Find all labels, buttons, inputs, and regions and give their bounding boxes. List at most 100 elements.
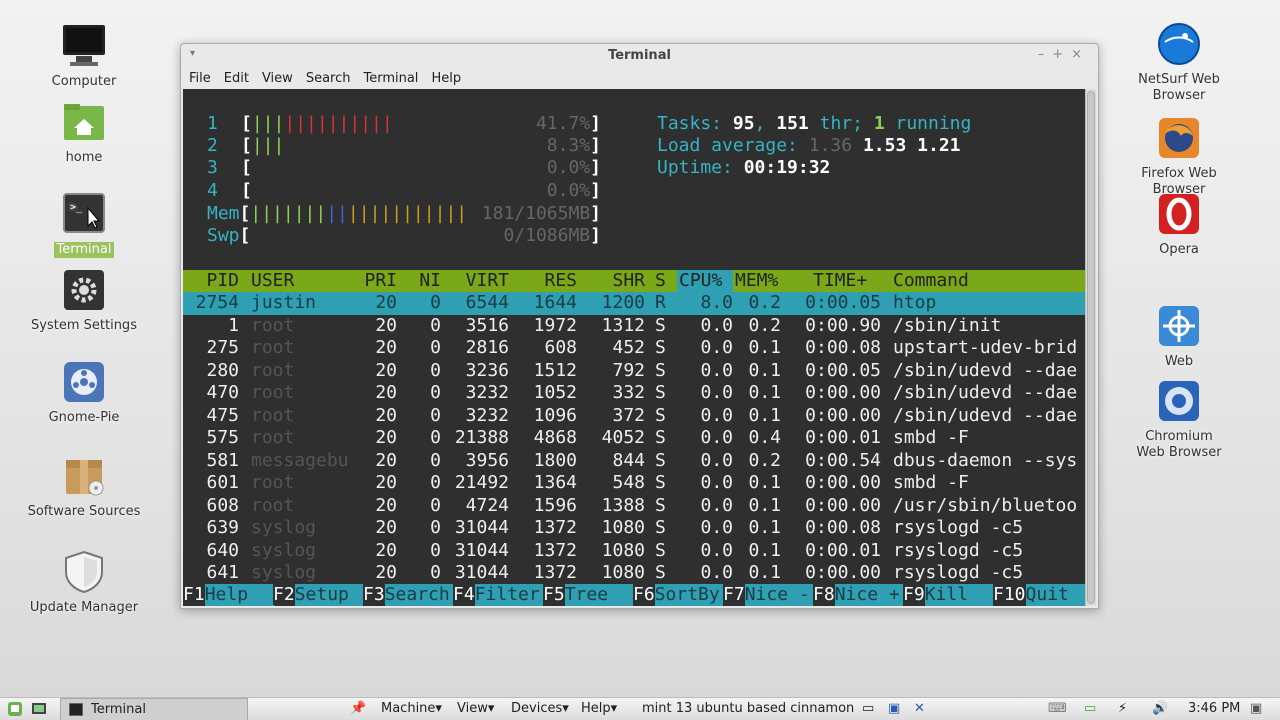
process-time: 0:00.01	[805, 539, 881, 561]
fkey-kill[interactable]: F9Kill	[903, 584, 993, 606]
process-pid: 641	[206, 562, 239, 583]
fullscreen-icon[interactable]: ▣	[888, 701, 900, 716]
process-pid: 280	[206, 359, 239, 381]
volume-icon[interactable]: 🔊	[1152, 701, 1168, 716]
maximize-icon[interactable]: +	[1052, 47, 1071, 62]
fkey-label: Nice -	[744, 584, 813, 606]
process-pri: 20	[375, 292, 397, 313]
column-cpu[interactable]: CPU%	[677, 270, 733, 292]
process-row[interactable]: 575 root 20 0 21388 4868 4052 S 0.0 0.4 0:00.01 smb…	[183, 427, 1085, 450]
menu-file[interactable]: File	[189, 71, 211, 86]
window-controls[interactable]: –+×	[1038, 47, 1090, 62]
fkey-quit[interactable]: F10Quit	[993, 584, 1085, 606]
process-row[interactable]: 275 root 20 0 2816 608 452 S 0.0 0.1 0:00.08 upstar…	[183, 337, 1085, 360]
column-time[interactable]: TIME+	[813, 270, 867, 292]
process-row[interactable]: 2754 justin 20 0 6544 1644 1200 R 8.0 0.2 0:00.05 h…	[183, 292, 1085, 315]
fkey-nice[interactable]: F7Nice -	[723, 584, 813, 606]
vbox-menu-devices[interactable]: Devices▾	[511, 701, 569, 716]
desktop-icon-opera[interactable]: Opera	[1114, 190, 1244, 258]
column-shr[interactable]: SHR	[577, 270, 645, 292]
restore-icon[interactable]: ▭	[862, 701, 874, 716]
column-command[interactable]: Command	[893, 270, 969, 292]
gnome-pie-icon	[60, 358, 108, 406]
desktop-icon-home[interactable]: home	[19, 98, 149, 166]
desktop-icon-label: Opera	[1159, 242, 1199, 257]
column-res[interactable]: RES	[509, 270, 577, 292]
scrollbar-thumb[interactable]	[1087, 91, 1095, 604]
process-pid: 470	[206, 382, 239, 403]
desktop-icon-system-settings[interactable]: System Settings	[19, 266, 149, 334]
user-icon[interactable]: ▣	[1250, 701, 1262, 716]
vbox-menu-view[interactable]: View▾	[457, 701, 494, 716]
desktop-icon-chromium[interactable]: Chromium Web Browser	[1114, 377, 1244, 461]
column-user[interactable]: USER	[251, 270, 294, 292]
process-row[interactable]: 641 syslog 20 0 31044 1372 1080 S 0.0 0.1 0:00.00 r…	[183, 562, 1085, 585]
process-row[interactable]: 475 root 20 0 3232 1096 372 S 0.0 0.1 0:00.00/sbin…	[183, 405, 1085, 428]
process-row[interactable]: 280 root 20 0 3236 1512 792 S 0.0 0.1 0:00.05/sbin…	[183, 360, 1085, 383]
fkey-sortby[interactable]: F6SortBy	[633, 584, 723, 606]
terminal-window[interactable]: ▾ Terminal –+× File Edit View Search Ter…	[180, 43, 1099, 609]
terminal-content[interactable]: 1 2 3 4 [||||||||||||| [||| [ [ 41.7%] 8…	[183, 89, 1085, 606]
menu-search[interactable]: Search	[306, 71, 351, 86]
process-row[interactable]: 470 root 20 0 3232 1052 332 S 0.0 0.1 0:00.00/sbin…	[183, 382, 1085, 405]
process-s: S	[655, 517, 666, 538]
desktop-icon-terminal[interactable]: >_ Terminal	[19, 190, 149, 258]
column-mem[interactable]: MEM%	[735, 270, 778, 292]
desktop-icon-label: Update Manager	[29, 600, 139, 615]
window-titlebar[interactable]: ▾ Terminal –+×	[181, 44, 1098, 68]
process-row[interactable]: 581 messagebu 20 0 3956 1800 844 S 0.0 0.2 0:00.54…	[183, 450, 1085, 473]
fkey-tree[interactable]: F5Tree	[543, 584, 633, 606]
taskbar-window-terminal[interactable]: Terminal	[60, 698, 248, 720]
menu-help[interactable]: Help	[431, 71, 461, 86]
process-cmd: /sbin/udevd --dae	[893, 404, 1078, 426]
vbox-menu-help[interactable]: Help▾	[581, 701, 617, 716]
process-table-header[interactable]: PID USER PRI NI VIRT RES SHR S CPU% MEM%…	[183, 270, 1085, 292]
desktop-icon-update-manager[interactable]: Update Manager	[19, 548, 149, 616]
vbox-menu-machine[interactable]: Machine▾	[381, 701, 442, 716]
column-state[interactable]: S	[655, 270, 666, 292]
fkey-help[interactable]: F1Help	[183, 584, 275, 606]
process-time: 0:00.54	[805, 449, 881, 471]
desktop-icon-gnome-pie[interactable]: Gnome-Pie	[19, 358, 149, 426]
process-s: S	[655, 404, 666, 426]
fkey-label: Help	[204, 584, 275, 606]
menu-edit[interactable]: Edit	[224, 71, 249, 86]
mint-menu-icon[interactable]	[7, 701, 23, 720]
fkey-setup[interactable]: F2Setup	[273, 584, 363, 606]
process-row[interactable]: 639 syslog 20 0 31044 1372 1080 S 0.0 0.1 0:00.08 r…	[183, 517, 1085, 540]
desktop-icon-software-sources[interactable]: Software Sources	[19, 452, 149, 520]
column-virt[interactable]: VIRT	[441, 270, 509, 292]
pin-icon[interactable]: 📌	[350, 701, 366, 716]
process-shr: 1080	[601, 562, 645, 583]
menu-view[interactable]: View	[262, 71, 293, 86]
close-vm-icon[interactable]: ✕	[914, 701, 925, 716]
network-icon[interactable]: ⚡	[1118, 701, 1127, 716]
desktop-icon-netsurf[interactable]: NetSurf Web Browser	[1114, 20, 1244, 104]
fkey-search[interactable]: F3Search	[363, 584, 453, 606]
show-desktop-icon[interactable]	[31, 701, 47, 720]
column-ni[interactable]: NI	[397, 270, 441, 292]
battery-icon[interactable]: ▭	[1084, 701, 1096, 716]
column-pid[interactable]: PID	[183, 270, 239, 292]
minimize-icon[interactable]: –	[1038, 47, 1053, 62]
process-cmd: /sbin/udevd --dae	[893, 382, 1078, 403]
process-time: 0:00.08	[805, 517, 881, 538]
process-pri: 20	[375, 382, 397, 403]
keyboard-icon[interactable]: ⌨	[1048, 701, 1067, 716]
scrollbar[interactable]	[1085, 89, 1096, 606]
process-row[interactable]: 640 syslog 20 0 31044 1372 1080 S 0.0 0.1 0:00.01 r…	[183, 540, 1085, 563]
desktop-icon-web[interactable]: Web	[1114, 302, 1244, 370]
desktop-icon-firefox[interactable]: Firefox Web Browser	[1114, 114, 1244, 198]
process-row[interactable]: 601 root 20 0 21492 1364 548 S 0.0 0.1 0:00.00 smbd…	[183, 472, 1085, 495]
desktop-icon-computer[interactable]: Computer	[19, 22, 149, 90]
fkey-filter[interactable]: F4Filter	[453, 584, 543, 606]
fkey-key: F8	[813, 584, 835, 605]
clock[interactable]: 3:46 PM	[1188, 701, 1240, 716]
process-row[interactable]: 608 root 20 0 4724 1596 1388 S 0.0 0.1 0:00.00/usr…	[183, 495, 1085, 518]
process-time: 0:00.00	[805, 404, 881, 426]
column-pri[interactable]: PRI	[343, 270, 397, 292]
close-icon[interactable]: ×	[1071, 47, 1090, 62]
process-row[interactable]: 1 root 20 0 3516 1972 1312 S 0.0 0.2 0:00.90/sbin/…	[183, 315, 1085, 338]
menu-terminal[interactable]: Terminal	[363, 71, 418, 86]
fkey-nice[interactable]: F8Nice +	[813, 584, 903, 606]
